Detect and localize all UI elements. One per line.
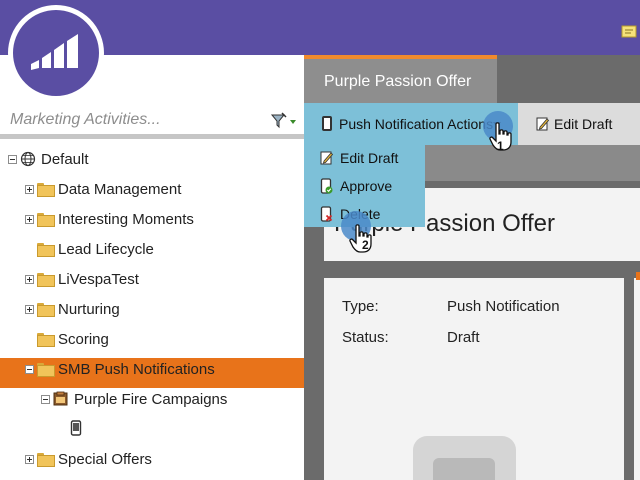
phone-icon (70, 420, 82, 436)
tree-item-special-offers[interactable]: Special Offers (25, 444, 152, 474)
collapse-icon[interactable] (25, 364, 34, 374)
collapse-icon[interactable] (41, 394, 50, 404)
collapse-icon[interactable] (8, 154, 17, 164)
tree-item-label: Data Management (58, 180, 182, 198)
folder-icon (37, 273, 55, 287)
tree-item-livespatest[interactable]: LiVespaTest (25, 264, 139, 294)
phone-preview-icon (413, 436, 516, 480)
marketo-logo-icon (31, 34, 78, 70)
expand-icon[interactable] (25, 184, 34, 194)
edit-draft-button[interactable]: Edit Draft (518, 103, 640, 145)
tree-item-label: LiVespaTest (58, 270, 139, 288)
edit-icon (536, 117, 549, 131)
menu-item-edit-draft[interactable]: Edit Draft (304, 145, 425, 171)
tree-item-label: Purple Fire Campaigns (74, 390, 228, 408)
delete-icon (320, 206, 333, 222)
edit-icon (320, 151, 333, 165)
status-value: Draft (447, 329, 480, 346)
tree-item-label: Interesting Moments (58, 210, 194, 228)
filter-icon[interactable] (270, 112, 298, 130)
tree-item-data-management[interactable]: Data Management (25, 174, 181, 204)
tree-item-smb-push-notifications[interactable]: SMB Push Notifications (25, 354, 215, 384)
marketing-activities-search[interactable]: Marketing Activities... (0, 103, 304, 139)
folder-icon (37, 333, 55, 347)
step-2-number: 2 (362, 238, 369, 252)
tree-item-lead-lifecycle[interactable]: Lead Lifecycle (37, 234, 154, 264)
tree-item-scoring[interactable]: Scoring (37, 324, 109, 354)
menu-item-label: Approve (340, 178, 393, 194)
step-1-number: 1 (497, 139, 504, 153)
search-placeholder: Marketing Activities... (10, 111, 161, 128)
tree-item-nurturing[interactable]: Nurturing (25, 294, 120, 324)
edit-draft-label: Edit Draft (554, 116, 613, 132)
push-notification-actions-label: Push Notification Actions (339, 116, 494, 132)
globe-icon (20, 151, 36, 167)
tree-item-label: Special Offers (58, 450, 152, 468)
folder-icon (37, 363, 55, 377)
status-label: Status: (342, 329, 389, 346)
expand-icon[interactable] (25, 454, 34, 464)
tree-item-label: Scoring (58, 330, 109, 348)
folder-icon (37, 303, 55, 317)
folder-icon (37, 183, 55, 197)
phone-preview-screen (433, 458, 495, 480)
approve-icon (320, 178, 333, 194)
type-value: Push Notification (447, 298, 560, 315)
tree-item-label: Nurturing (58, 300, 120, 318)
program-icon (53, 391, 68, 406)
tree-item-label: Default (41, 150, 89, 168)
toolbar: Push Notification Actions Edit Draft (304, 103, 640, 145)
menu-item-approve[interactable]: Approve (304, 173, 425, 199)
folder-icon (37, 243, 55, 257)
expand-icon[interactable] (25, 214, 34, 224)
tree-item-interesting-moments[interactable]: Interesting Moments (25, 204, 194, 234)
tab-label: Purple Passion Offer (324, 73, 472, 90)
type-label: Type: (342, 298, 379, 315)
tree-item-label: Purple Passion Offer (89, 419, 228, 437)
tree-item-label: SMB Push Notifications (58, 360, 215, 378)
folder-icon (37, 213, 55, 227)
expand-icon[interactable] (25, 274, 34, 284)
tree-item-label: Lead Lifecycle (58, 240, 154, 258)
tab-purple-passion-offer[interactable]: Purple Passion Offer (304, 55, 497, 103)
expand-icon[interactable] (25, 304, 34, 314)
tree-item-purple-passion-offer[interactable]: Purple Passion Offer (70, 413, 227, 443)
phone-icon (322, 116, 332, 131)
menu-item-label: Edit Draft (340, 150, 399, 166)
folder-icon (37, 453, 55, 467)
hand-cursor-icon (349, 224, 372, 253)
panel-accent (636, 272, 640, 280)
tree-item-default[interactable]: Default (8, 144, 89, 174)
asset-details-panel: Type: Push Notification Status: Draft (324, 278, 624, 480)
sticky-note-icon[interactable] (621, 24, 637, 38)
secondary-panel-edge (634, 278, 640, 480)
tree-item-purple-fire-campaigns[interactable]: Purple Fire Campaigns (41, 384, 227, 414)
marketo-logo[interactable] (8, 5, 104, 101)
